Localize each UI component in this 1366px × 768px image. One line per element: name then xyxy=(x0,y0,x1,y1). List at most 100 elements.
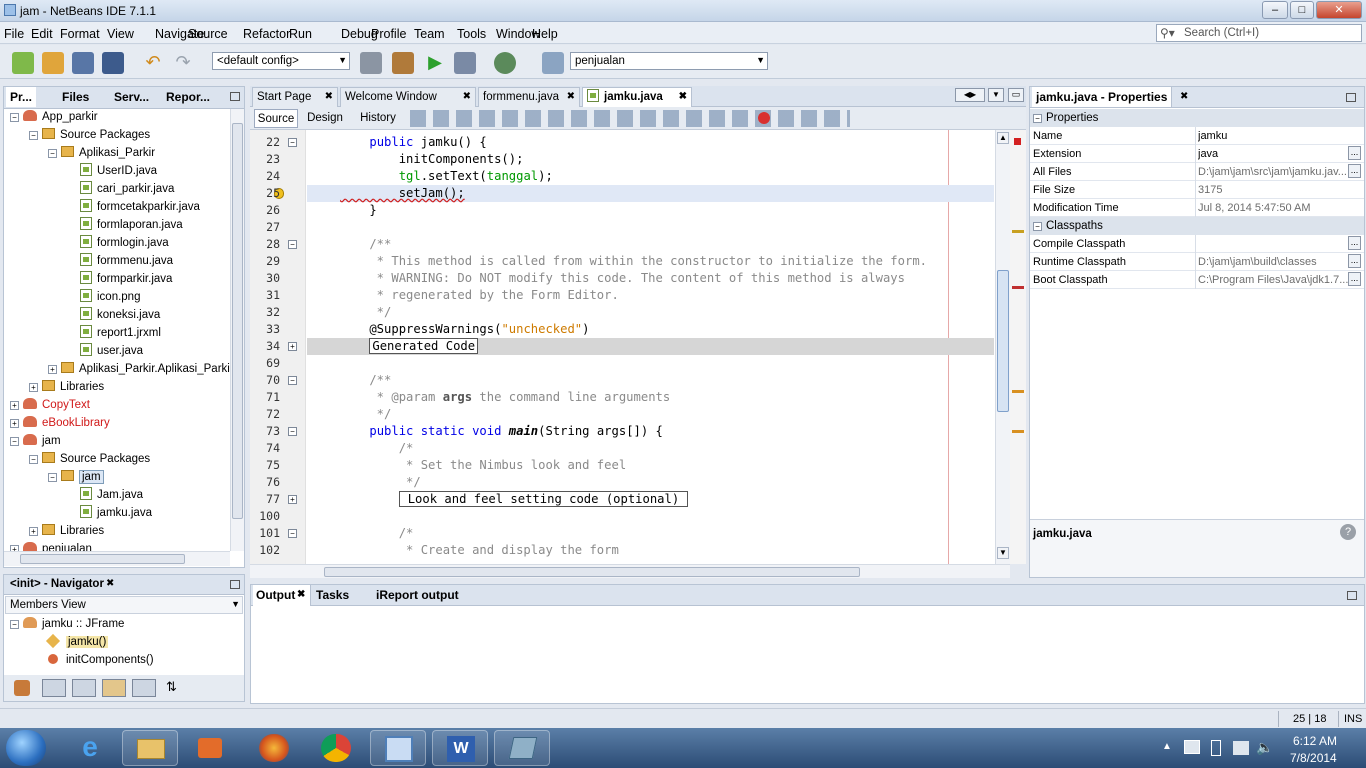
property-row[interactable]: Compile Classpath... xyxy=(1030,235,1364,253)
tree-scroll-thumb[interactable] xyxy=(232,123,243,519)
file-item[interactable]: formlogin.java xyxy=(67,234,169,252)
tree-item[interactable]: + Aplikasi_Parkir.Aplikasi_Parkir_ xyxy=(48,360,230,378)
scroll-tabs-left-icon[interactable]: ◀▶ xyxy=(955,88,985,102)
code-editor[interactable]: 22− public jamku() {23 initComponents();… xyxy=(250,130,1010,564)
media-player-taskbar-icon[interactable] xyxy=(182,730,238,766)
close-tab-icon[interactable]: ✖ xyxy=(325,88,333,106)
menu-format[interactable]: Format xyxy=(60,27,100,41)
collapse-section-icon[interactable]: − xyxy=(1033,114,1042,123)
expand-toggle-icon[interactable]: − xyxy=(48,149,57,158)
close-tab-icon[interactable]: ✖ xyxy=(463,88,471,106)
property-row[interactable]: Extension java... xyxy=(1030,145,1364,163)
search-field[interactable]: ⚲▾ Search (Ctrl+I) xyxy=(1156,24,1362,42)
show-opened-docs-icon[interactable]: ▼ xyxy=(988,88,1004,102)
expand-toggle-icon[interactable]: − xyxy=(10,437,19,446)
start-button-icon[interactable] xyxy=(6,730,46,766)
sort-alpha-icon[interactable]: ⇅ xyxy=(166,679,177,695)
menu-help[interactable]: Help xyxy=(532,27,558,41)
property-row[interactable]: Name jamku xyxy=(1030,127,1364,145)
filter-nonpublic-icon[interactable] xyxy=(42,679,66,697)
stop-macro-icon[interactable] xyxy=(758,112,770,124)
editor-vscrollbar[interactable]: ▲ ▼ xyxy=(995,130,1010,564)
navigator-tab[interactable]: <init> - Navigator xyxy=(6,574,108,594)
generated-code-fold[interactable]: Generated Code xyxy=(369,338,479,354)
expand-fold-icon[interactable]: + xyxy=(288,342,297,351)
expand-toggle-icon[interactable]: − xyxy=(29,455,38,464)
editor-scroll-thumb[interactable] xyxy=(997,270,1009,412)
editor-action-icons[interactable] xyxy=(410,110,850,127)
collapse-section-icon[interactable]: − xyxy=(1033,222,1042,231)
editor-tab[interactable]: jamku.java ✖ xyxy=(582,87,692,107)
clock-time[interactable]: 6:12 AM xyxy=(1293,734,1337,748)
mode-source-button[interactable]: Source xyxy=(254,109,298,128)
collapse-fold-icon[interactable]: − xyxy=(288,138,297,147)
profile-icon[interactable] xyxy=(494,52,516,74)
battery-icon[interactable] xyxy=(1211,740,1221,756)
collapse-fold-icon[interactable]: − xyxy=(288,529,297,538)
navigator-item[interactable]: initComponents() xyxy=(48,651,154,669)
menu-team[interactable]: Team xyxy=(414,27,445,41)
minimize-panel-icon[interactable] xyxy=(230,580,240,589)
filter-static-icon[interactable] xyxy=(72,679,96,697)
editor-scroll-down[interactable]: ▼ xyxy=(997,547,1009,559)
redo-icon[interactable]: ↷ xyxy=(172,52,194,74)
collapse-fold-icon[interactable]: − xyxy=(288,240,297,249)
output-tab[interactable]: Tasks xyxy=(313,585,369,606)
tree-item[interactable]: + penjualan xyxy=(10,540,92,551)
file-item[interactable]: formparkir.java xyxy=(67,270,172,288)
file-item[interactable]: formcetakparkir.java xyxy=(67,198,200,216)
menu-profile[interactable]: Profile xyxy=(371,27,406,41)
menu-edit[interactable]: Edit xyxy=(31,27,53,41)
expand-toggle-icon[interactable]: + xyxy=(10,419,19,428)
show-hidden-icons-icon[interactable]: ▲ xyxy=(1162,741,1172,752)
editor-hscroll-thumb[interactable] xyxy=(324,567,860,577)
ellipsis-button[interactable]: ... xyxy=(1348,164,1361,178)
tree-item[interactable]: − jam xyxy=(10,432,61,450)
app-taskbar-icon[interactable] xyxy=(494,730,550,766)
tree-item[interactable]: + eBookLibrary xyxy=(10,414,110,432)
menu-run[interactable]: Run xyxy=(289,27,312,41)
tree-hscroll-thumb[interactable] xyxy=(20,554,185,564)
tree-item[interactable]: − Source Packages xyxy=(29,450,150,468)
project-select[interactable]: penjualan ▼ xyxy=(570,52,768,70)
word-taskbar-icon[interactable]: W xyxy=(432,730,488,766)
close-tab-icon[interactable]: ✖ xyxy=(567,88,575,106)
minimize-panel-icon[interactable] xyxy=(230,92,240,101)
expand-toggle-icon[interactable]: + xyxy=(10,401,19,410)
close-tab-icon[interactable]: ✖ xyxy=(679,88,687,106)
expand-toggle-icon[interactable]: − xyxy=(48,473,57,482)
file-item[interactable]: koneksi.java xyxy=(67,306,160,324)
config-select[interactable]: <default config> ▼ xyxy=(212,52,350,70)
file-item[interactable]: icon.png xyxy=(67,288,140,306)
save-all-icon[interactable] xyxy=(102,52,124,74)
file-item[interactable]: cari_parkir.java xyxy=(67,180,174,198)
filter-inherited-icon[interactable] xyxy=(102,679,126,697)
file-item[interactable]: user.java xyxy=(67,342,143,360)
help-icon[interactable]: ? xyxy=(1340,524,1356,540)
explorer-taskbar-icon[interactable] xyxy=(122,730,178,766)
editor-scroll-up[interactable]: ▲ xyxy=(997,132,1009,144)
menu-tools[interactable]: Tools xyxy=(457,27,486,41)
tree-item[interactable]: − Source Packages xyxy=(29,126,150,144)
property-row[interactable]: Boot Classpath C:\Program Files\Java\jdk1… xyxy=(1030,271,1364,289)
expand-fold-icon[interactable]: + xyxy=(288,495,297,504)
minimize-panel-icon[interactable] xyxy=(1347,591,1357,600)
tab-files[interactable]: Files xyxy=(58,87,93,107)
ellipsis-button[interactable]: ... xyxy=(1348,236,1361,250)
menu-refactor[interactable]: Refactor xyxy=(243,27,290,41)
expand-toggle-icon[interactable]: + xyxy=(48,365,57,374)
tree-item[interactable]: − App_parkir xyxy=(10,108,98,126)
output-tab[interactable]: iReport output xyxy=(373,585,477,606)
editor-tab[interactable]: Start Page ✖ xyxy=(252,87,338,107)
ellipsis-button[interactable]: ... xyxy=(1348,146,1361,160)
tree-item[interactable]: + CopyText xyxy=(10,396,90,414)
property-row[interactable]: File Size 3175 xyxy=(1030,181,1364,199)
expand-toggle-icon[interactable]: − xyxy=(10,620,19,629)
property-row[interactable]: All Files D:\jam\jam\src\jam\jamku.jav...… xyxy=(1030,163,1364,181)
tree-hscrollbar[interactable] xyxy=(4,551,230,566)
netbeans-taskbar-icon[interactable] xyxy=(370,730,426,766)
action-center-icon[interactable] xyxy=(1184,740,1200,754)
navigator-item[interactable]: jamku() xyxy=(45,633,109,651)
close-tab-icon[interactable]: ✖ xyxy=(1180,91,1188,102)
tree-item[interactable]: + Libraries xyxy=(29,522,104,540)
